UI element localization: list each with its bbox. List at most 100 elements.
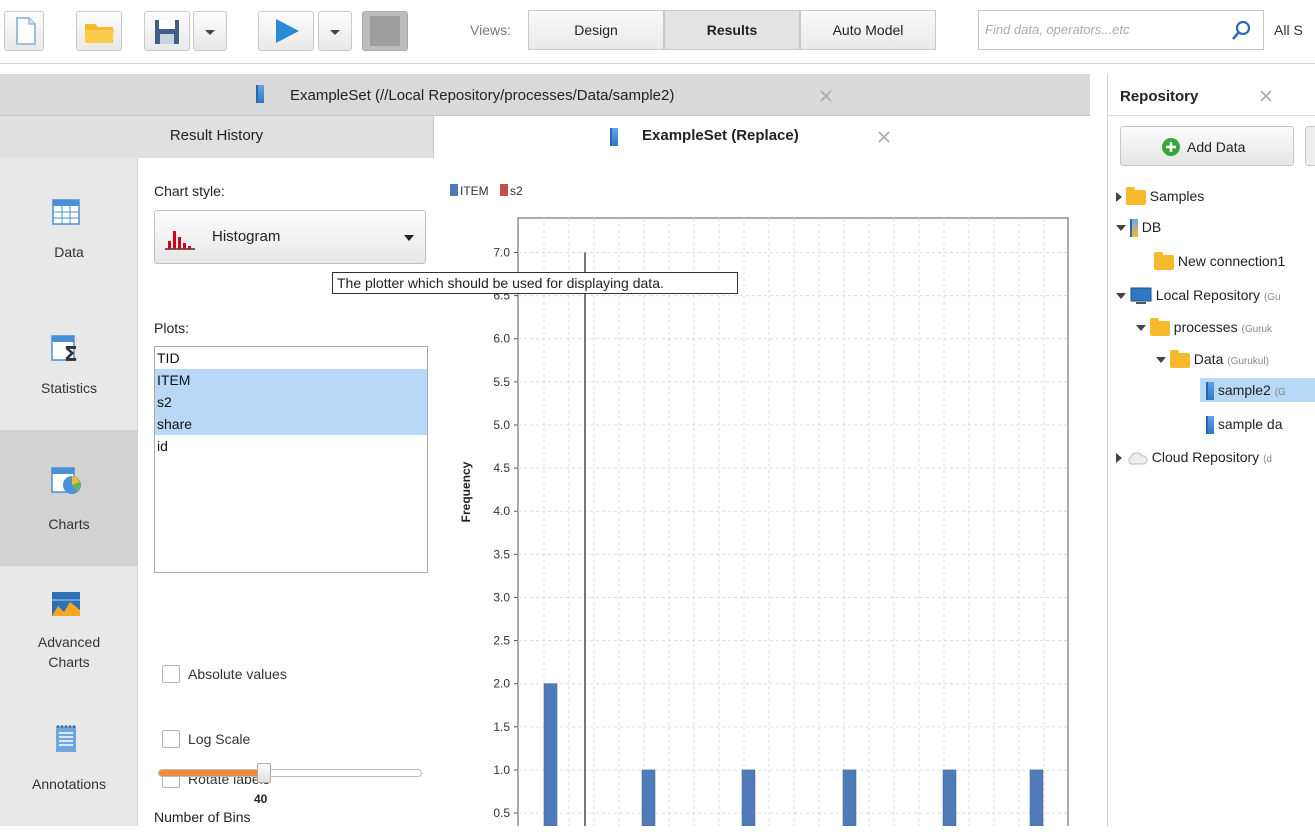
sidebar-item-label: Statistics [40, 380, 97, 396]
y-tick-label: 4.0 [493, 504, 510, 518]
tree-item-label: New connection1 [1177, 253, 1286, 269]
tree-item-db[interactable]: DB [1116, 215, 1161, 239]
tree-item-owner: (G [1274, 387, 1286, 398]
sidebar-item-charts[interactable]: Charts [0, 430, 138, 566]
search-icon[interactable] [1229, 19, 1253, 43]
close-icon[interactable] [1258, 88, 1274, 104]
repository-menu-button[interactable] [1305, 126, 1315, 166]
plots-list[interactable]: TID ITEM s2 share id [154, 346, 428, 573]
tab-result-history[interactable]: Result History [0, 116, 434, 158]
search-input[interactable] [985, 22, 1215, 37]
tree-item-owner: (d [1263, 454, 1272, 465]
plot-item-s2[interactable]: s2 [155, 391, 427, 413]
view-auto-model-button[interactable]: Auto Model [800, 10, 936, 50]
number-of-bins-value: 40 [254, 792, 268, 806]
y-tick-label: 1.5 [493, 720, 510, 734]
search-box[interactable] [978, 10, 1264, 50]
window-tab-bar: ExampleSet (//Local Repository/processes… [0, 74, 1090, 116]
chart-style-value: Histogram [212, 228, 281, 245]
repository-title: Repository [1120, 88, 1199, 105]
repository-header: Repository [1108, 74, 1315, 116]
advanced-charts-icon [52, 592, 80, 616]
chart-style-select[interactable]: Histogram [154, 210, 426, 264]
absolute-values-checkbox[interactable] [162, 665, 180, 683]
bar-item [1029, 769, 1044, 827]
all-studio-label[interactable]: All S [1274, 22, 1303, 38]
number-of-bins-slider[interactable] [158, 769, 422, 777]
plot-item-id[interactable]: id [155, 435, 427, 457]
tree-item-new-connection[interactable]: New connection1 [1154, 249, 1285, 273]
charts-icon [51, 467, 81, 494]
folder-icon [1125, 186, 1146, 205]
save-button[interactable] [144, 11, 190, 51]
sidebar-item-label: Annotations [32, 776, 106, 792]
window-tab-title[interactable]: ExampleSet (//Local Repository/processes… [290, 87, 674, 104]
tree-item-owner: (Gurukul) [1227, 356, 1269, 367]
sidebar-item-data[interactable]: Data [0, 158, 138, 294]
legend-swatch [450, 184, 458, 196]
histogram-chart[interactable]: 0.51.01.52.02.53.03.54.04.55.05.56.06.57… [448, 158, 1090, 837]
run-process-button[interactable] [258, 11, 314, 51]
sidebar-item-label: Data [54, 244, 84, 260]
view-results-button[interactable]: Results [664, 10, 800, 50]
new-document-icon [16, 17, 36, 45]
tree-item-local-repository[interactable]: Local Repository (Gu [1116, 283, 1281, 307]
sidebar-item-label: Charts [48, 516, 90, 532]
plot-item-share[interactable]: share [155, 413, 427, 435]
close-icon[interactable] [876, 129, 892, 145]
chart-style-tooltip: The plotter which should be used for dis… [332, 272, 738, 294]
tree-item-label: DB [1141, 219, 1162, 235]
main-toolbar: Views: Design Results Auto Model All S [0, 0, 1315, 64]
bar-item [842, 769, 857, 827]
tree-item-owner: (Guruk [1241, 324, 1273, 335]
tab-exampleset-replace[interactable]: ExampleSet (Replace) [434, 116, 1084, 158]
open-folder-icon [85, 24, 114, 43]
view-design-button[interactable]: Design [528, 10, 664, 50]
bar-s2 [584, 252, 586, 826]
add-data-button[interactable]: Add Data [1120, 126, 1294, 166]
y-tick-label: 0.5 [493, 806, 510, 820]
y-tick-label: 4.5 [493, 461, 510, 475]
tree-item-label: Samples [1149, 188, 1205, 204]
plot-item-item[interactable]: ITEM [155, 369, 427, 391]
tree-item-label: Cloud Repository [1151, 449, 1260, 465]
exampleset-icon [610, 128, 618, 146]
y-tick-label: 2.5 [493, 634, 510, 648]
chevron-down-icon [205, 30, 215, 35]
tree-item-data[interactable]: Data (Gurukul) [1156, 347, 1269, 371]
sidebar-item-advanced-charts[interactable]: Advanced Charts [0, 566, 138, 702]
tree-item-label: sample da [1217, 416, 1283, 432]
statistics-icon: Σ [51, 335, 78, 364]
save-dropdown-button[interactable] [193, 11, 227, 51]
plot-item-tid[interactable]: TID [155, 347, 427, 369]
tree-item-sample-data[interactable]: sample da [1206, 412, 1282, 436]
tree-item-sample2[interactable]: sample2 (G [1200, 378, 1315, 402]
chart-style-label: Chart style: [154, 183, 225, 199]
run-dropdown-button[interactable] [318, 11, 352, 51]
svg-text:Σ: Σ [64, 342, 78, 364]
chart-area: 0.5 1.0 1.5 2.0 2.5 3.0 3.5 4.0 4.5 5.0 5.5 6.0 6.5 7… [448, 158, 1090, 837]
close-icon[interactable] [818, 88, 834, 104]
database-icon [1129, 219, 1138, 238]
tree-item-samples[interactable]: Samples [1116, 184, 1204, 208]
absolute-values-label: Absolute values [188, 666, 287, 682]
y-tick-label: 5.5 [493, 375, 510, 389]
tree-item-cloud-repository[interactable]: Cloud Repository (d [1116, 445, 1272, 469]
y-tick-label: 3.5 [493, 547, 510, 561]
slider-thumb[interactable] [257, 763, 271, 783]
sidebar-item-statistics[interactable]: Σ Statistics [0, 294, 138, 430]
bar-item [942, 769, 957, 827]
folder-icon [1169, 349, 1190, 368]
log-scale-checkbox[interactable] [162, 730, 180, 748]
chart-settings-panel: Chart style: Histogram Plots: TID ITEM s2 s… [138, 158, 448, 826]
tree-item-label: Local Repository [1155, 287, 1261, 303]
y-tick-label: 3.0 [493, 590, 510, 604]
new-process-button[interactable] [4, 11, 44, 51]
add-data-label: Add Data [1187, 139, 1246, 155]
tree-item-processes[interactable]: processes (Guruk [1136, 315, 1272, 339]
sidebar-item-annotations[interactable]: Annotations [0, 702, 138, 838]
tab-label: ExampleSet (Replace) [642, 127, 799, 144]
result-tabs: Result History ExampleSet (Replace) [0, 116, 1090, 158]
stop-process-button[interactable] [362, 11, 408, 51]
open-process-button[interactable] [76, 11, 122, 51]
